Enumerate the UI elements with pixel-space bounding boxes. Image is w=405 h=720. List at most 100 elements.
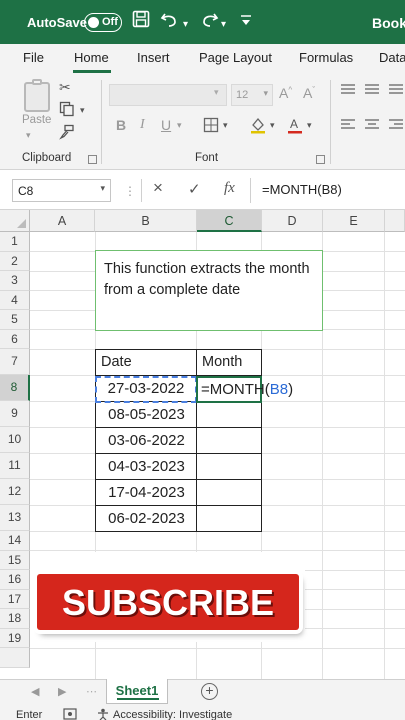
- enter-entry-icon[interactable]: ✓: [188, 180, 201, 198]
- month-cell[interactable]: [196, 427, 262, 454]
- row-header-19[interactable]: 19: [0, 628, 30, 648]
- row-header-10[interactable]: 10: [0, 427, 30, 453]
- borders-dropdown-icon[interactable]: ▾: [223, 120, 228, 131]
- add-sheet-icon[interactable]: +: [201, 683, 218, 700]
- font-color-dropdown-icon[interactable]: ▾: [307, 120, 312, 131]
- month-header-cell[interactable]: Month: [196, 349, 262, 376]
- column-header-a[interactable]: A: [30, 210, 95, 232]
- date-cell[interactable]: 06-02-2023: [95, 505, 197, 532]
- paste-icon[interactable]: [24, 79, 50, 112]
- align-center-icon[interactable]: [364, 118, 380, 135]
- increase-font-size-icon[interactable]: A^: [279, 85, 292, 101]
- customize-toolbar-icon[interactable]: [240, 13, 252, 35]
- font-color-icon[interactable]: A: [287, 116, 303, 137]
- previous-sheet-icon[interactable]: ◀: [31, 685, 39, 698]
- copy-icon[interactable]: [59, 101, 75, 120]
- font-size-box[interactable]: 12 ▾: [231, 84, 273, 106]
- font-launcher-icon[interactable]: [316, 155, 325, 164]
- align-middle-icon[interactable]: [364, 83, 380, 100]
- formula-input[interactable]: =MONTH(B8): [262, 182, 342, 197]
- sheet-options-icon[interactable]: ⋯: [86, 685, 97, 698]
- column-header-b[interactable]: B: [95, 210, 197, 232]
- copy-dropdown-icon[interactable]: ▾: [80, 105, 85, 116]
- date-cell[interactable]: 04-03-2023: [95, 453, 197, 480]
- row-header-5[interactable]: 5: [0, 310, 30, 330]
- undo-icon[interactable]: [160, 10, 180, 34]
- fill-color-dropdown-icon[interactable]: ▾: [270, 120, 275, 131]
- bold-button[interactable]: B: [116, 117, 126, 133]
- tab-file[interactable]: File: [23, 50, 44, 65]
- underline-button[interactable]: U: [161, 117, 171, 133]
- cancel-entry-icon[interactable]: ×: [153, 178, 163, 198]
- column-header-f[interactable]: [385, 210, 405, 232]
- align-bottom-icon[interactable]: [388, 83, 404, 100]
- date-header-cell[interactable]: Date: [95, 349, 197, 376]
- month-cell[interactable]: [196, 401, 262, 428]
- row-header-8[interactable]: 8: [0, 375, 30, 401]
- row-header-7[interactable]: 7: [0, 349, 30, 375]
- date-cell[interactable]: 08-05-2023: [95, 401, 197, 428]
- row-header-15[interactable]: 15: [0, 550, 30, 570]
- underline-dropdown-icon[interactable]: ▾: [177, 120, 182, 131]
- row-header-1[interactable]: 1: [0, 232, 30, 252]
- font-size-dropdown-icon[interactable]: ▾: [263, 88, 268, 99]
- column-header-d[interactable]: D: [262, 210, 323, 232]
- borders-icon[interactable]: [203, 117, 219, 136]
- tab-insert[interactable]: Insert: [137, 50, 170, 65]
- row-header-16[interactable]: 16: [0, 570, 30, 590]
- sheet-tab-sheet1[interactable]: Sheet1: [106, 679, 168, 704]
- date-cell[interactable]: 03-06-2022: [95, 427, 197, 454]
- italic-button[interactable]: I: [140, 117, 145, 133]
- row-header-3[interactable]: 3: [0, 271, 30, 291]
- row-header-11[interactable]: 11: [0, 453, 30, 479]
- redo-dropdown-icon[interactable]: ▾: [221, 14, 226, 36]
- cut-icon[interactable]: ✂: [59, 79, 71, 96]
- align-left-icon[interactable]: [340, 118, 356, 135]
- macro-recorder-icon[interactable]: [63, 708, 77, 720]
- next-sheet-icon[interactable]: ▶: [58, 685, 66, 698]
- align-right-icon[interactable]: [388, 118, 404, 135]
- subscribe-button[interactable]: SUBSCRIBE: [37, 574, 299, 630]
- column-header-e[interactable]: E: [323, 210, 385, 232]
- row-header-17[interactable]: 17: [0, 589, 30, 609]
- row-header-12[interactable]: 12: [0, 479, 30, 505]
- redo-icon[interactable]: [199, 10, 219, 34]
- row-header-13[interactable]: 13: [0, 505, 30, 531]
- accessibility-icon[interactable]: [96, 708, 110, 720]
- month-cell[interactable]: [196, 505, 262, 532]
- active-cell-c8[interactable]: =MONTH(B8): [196, 376, 293, 403]
- undo-dropdown-icon[interactable]: ▾: [183, 14, 188, 36]
- align-top-icon[interactable]: [340, 83, 356, 100]
- row-header-6[interactable]: 6: [0, 329, 30, 349]
- tab-formulas[interactable]: Formulas: [299, 50, 353, 65]
- name-box[interactable]: C8 ▾: [12, 179, 111, 202]
- note-textbox[interactable]: This function extracts the month from a …: [95, 250, 323, 331]
- month-cell[interactable]: [196, 453, 262, 480]
- row-header-9[interactable]: 9: [0, 401, 30, 427]
- autosave-toggle[interactable]: Off: [84, 13, 122, 32]
- tab-page-layout[interactable]: Page Layout: [199, 50, 272, 65]
- tab-home[interactable]: Home: [74, 50, 109, 65]
- date-cell[interactable]: 27-03-2022: [95, 375, 197, 402]
- date-cell[interactable]: 17-04-2023: [95, 479, 197, 506]
- decrease-font-size-icon[interactable]: Aˇ: [303, 85, 315, 101]
- row-header-4[interactable]: 4: [0, 290, 30, 310]
- tab-data[interactable]: Data: [379, 50, 405, 65]
- name-box-dropdown-icon[interactable]: ▾: [100, 183, 105, 194]
- clipboard-launcher-icon[interactable]: [88, 155, 97, 164]
- row-header-20[interactable]: [0, 648, 30, 668]
- row-header-14[interactable]: 14: [0, 531, 30, 551]
- row-header-18[interactable]: 18: [0, 609, 30, 629]
- font-name-dropdown-icon[interactable]: ▾: [214, 87, 219, 98]
- insert-function-icon[interactable]: fx: [224, 180, 235, 197]
- column-header-c[interactable]: C: [197, 210, 262, 232]
- row-header-2[interactable]: 2: [0, 251, 30, 271]
- save-icon[interactable]: [132, 10, 150, 34]
- month-cell[interactable]: [196, 479, 262, 506]
- select-all-button[interactable]: [0, 210, 30, 232]
- font-name-box[interactable]: [109, 84, 227, 106]
- accessibility-status[interactable]: Accessibility: Investigate: [113, 709, 232, 720]
- fill-color-icon[interactable]: [249, 116, 267, 137]
- paste-label[interactable]: Paste: [22, 114, 51, 126]
- format-painter-icon[interactable]: [59, 124, 75, 143]
